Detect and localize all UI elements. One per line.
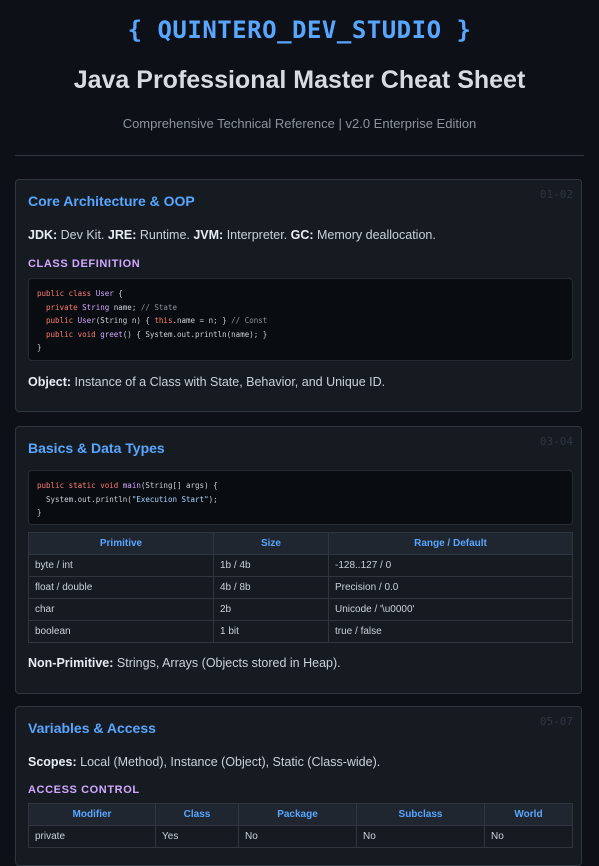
core-outro: Object: Instance of a Class with State, … — [28, 375, 386, 389]
column-header: Package — [238, 803, 357, 826]
section-basics-data-types: Basics & Data Types 03-04 public static … — [15, 426, 582, 694]
table-cell: Precision / 0.0 — [328, 576, 573, 599]
access-control-heading: ACCESS CONTROL — [28, 784, 140, 796]
table-cell: 2b — [213, 598, 329, 621]
table-cell: 4b / 8b — [213, 576, 329, 599]
section-number: 01-02 — [539, 188, 573, 201]
class-definition-heading: CLASS DEFINITION — [28, 258, 141, 270]
column-header: World — [484, 803, 573, 826]
header-divider — [15, 155, 584, 156]
table-header-row: Modifier Class Package Subclass World — [28, 803, 573, 826]
table-row: boolean 1 bit true / false — [28, 620, 573, 643]
scopes-text: Scopes: Local (Method), Instance (Object… — [28, 755, 381, 769]
column-header: Class — [155, 803, 239, 826]
primitive-types-table: Primitive Size Range / Default byte / in… — [28, 532, 573, 643]
table-row: private Yes No No No — [28, 825, 573, 848]
table-cell: No — [484, 825, 573, 848]
basics-outro: Non-Primitive: Strings, Arrays (Objects … — [28, 656, 341, 670]
class-definition-code: public class User { private String name;… — [28, 278, 573, 361]
column-header: Range / Default — [328, 532, 573, 555]
table-cell: 1b / 4b — [213, 554, 329, 577]
section-title: Basics & Data Types — [28, 440, 165, 456]
section-title: Core Architecture & OOP — [28, 193, 195, 209]
table-cell: 1 bit — [213, 620, 329, 643]
section-variables-access: Variables & Access 05-07 Scopes: Local (… — [15, 706, 582, 866]
table-row: byte / int 1b / 4b -128..127 / 0 — [28, 554, 573, 577]
table-cell: No — [238, 825, 357, 848]
core-intro: JDK: Dev Kit. JRE: Runtime. JVM: Interpr… — [28, 228, 436, 242]
page-subtitle: Comprehensive Technical Reference | v2.0… — [122, 116, 477, 131]
section-number: 05-07 — [539, 715, 573, 728]
table-cell: byte / int — [28, 554, 214, 577]
page-title: Java Professional Master Cheat Sheet — [73, 66, 526, 94]
main-method-code: public static void main(String[] args) {… — [28, 470, 573, 525]
table-cell: boolean — [28, 620, 214, 643]
table-header-row: Primitive Size Range / Default — [28, 532, 573, 555]
table-cell: true / false — [328, 620, 573, 643]
table-row: float / double 4b / 8b Precision / 0.0 — [28, 576, 573, 599]
table-cell: Unicode / '\u0000' — [328, 598, 573, 621]
column-header: Size — [213, 532, 329, 555]
table-cell: char — [28, 598, 214, 621]
column-header: Modifier — [28, 803, 156, 826]
table-cell: -128..127 / 0 — [328, 554, 573, 577]
table-cell: float / double — [28, 576, 214, 599]
table-row: char 2b Unicode / '\u0000' — [28, 598, 573, 621]
section-number: 03-04 — [539, 435, 573, 448]
table-cell: Yes — [155, 825, 239, 848]
table-cell: private — [28, 825, 156, 848]
column-header: Primitive — [28, 532, 214, 555]
section-core-architecture: Core Architecture & OOP 01-02 JDK: Dev K… — [15, 179, 582, 412]
brand-logo: { QUINTERO_DEV_STUDIO } — [127, 16, 472, 44]
column-header: Subclass — [356, 803, 485, 826]
access-control-table: Modifier Class Package Subclass World pr… — [28, 803, 573, 848]
table-cell: No — [356, 825, 485, 848]
section-title: Variables & Access — [28, 720, 156, 736]
